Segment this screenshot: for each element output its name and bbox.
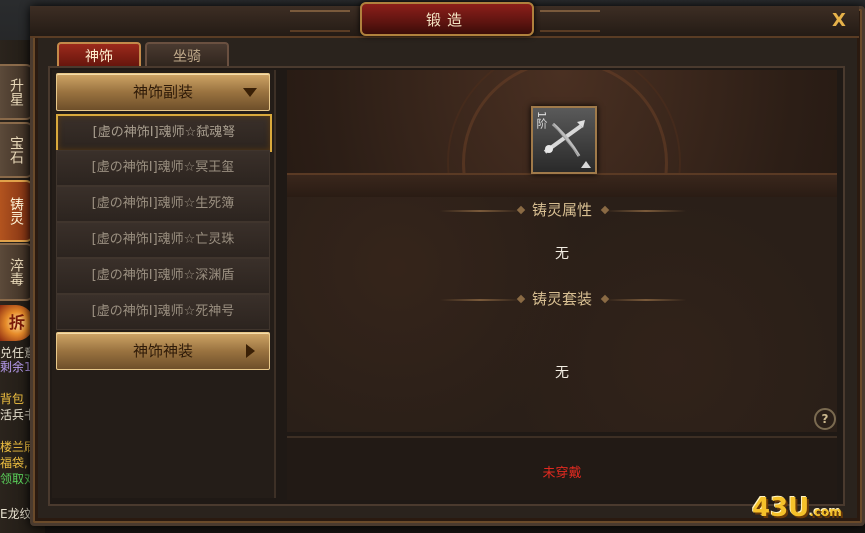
watermark-suffix: .com xyxy=(809,505,842,519)
overlay-text: 背包 xyxy=(0,392,25,406)
window-title: 锻造 xyxy=(360,2,534,36)
chevron-down-icon xyxy=(243,88,257,97)
list-item[interactable]: [虚の神饰Ⅰ]魂师☆生死簿 xyxy=(56,186,270,222)
side-tab-upgrade-star[interactable]: 升星 xyxy=(0,64,34,120)
soul-attr-value: 无 xyxy=(555,246,569,262)
side-tab-soul-cast[interactable]: 铸灵 xyxy=(0,180,34,242)
soul-set-title: 铸灵套装 xyxy=(531,290,592,308)
equipment-slot[interactable]: 1阶 xyxy=(531,106,597,174)
category-header-divine[interactable]: 神饰神装 xyxy=(56,332,270,370)
upgrade-arrow-icon xyxy=(581,161,591,168)
category-header-sub[interactable]: 神饰副装 xyxy=(56,73,270,111)
soul-set-value: 无 xyxy=(555,365,569,381)
attribute-area xyxy=(287,197,837,432)
overlay-text: 福袋, xyxy=(0,456,28,470)
list-item[interactable]: [虚の神饰Ⅰ]魂师☆深渊盾 xyxy=(56,258,270,294)
list-item[interactable]: [虚の神饰Ⅰ]魂师☆亡灵珠 xyxy=(56,222,270,258)
overlay-text: E龙纹 xyxy=(0,507,32,521)
list-item[interactable]: [虚の神饰Ⅰ]魂师☆冥王玺 xyxy=(56,150,270,186)
site-watermark: 43U.com xyxy=(752,490,857,526)
list-item[interactable]: [虚の神饰Ⅰ]魂师☆死神号 xyxy=(56,294,270,330)
side-tab-poison[interactable]: 淬毒 xyxy=(0,243,34,301)
soul-attr-title: 铸灵属性 xyxy=(531,201,592,219)
help-icon[interactable]: ? xyxy=(814,408,836,430)
decorative-band xyxy=(287,173,837,199)
title-ornament-left xyxy=(290,10,350,32)
category-label: 神饰副装 xyxy=(132,83,193,101)
side-tab-gem[interactable]: 宝石 xyxy=(0,122,34,178)
category-label: 神饰神装 xyxy=(132,342,193,360)
close-button[interactable]: X xyxy=(828,10,850,32)
equip-status: 未穿戴 xyxy=(542,466,582,481)
title-ornament-right xyxy=(540,10,600,32)
list-item[interactable]: [虚の神饰Ⅰ]魂师☆弑魂弩 xyxy=(56,114,272,152)
watermark-main: 43U xyxy=(752,493,810,523)
chevron-right-icon xyxy=(246,344,255,358)
